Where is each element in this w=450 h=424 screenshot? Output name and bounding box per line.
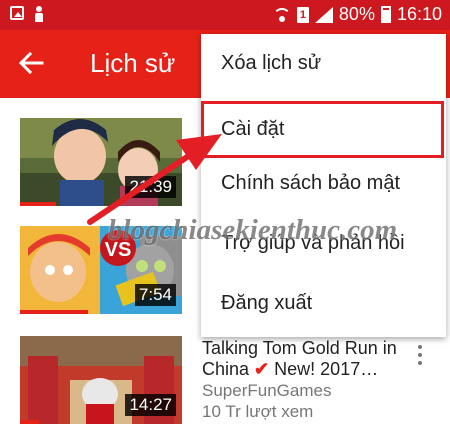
video-duration: 21:39	[125, 176, 176, 198]
menu-item-privacy-policy[interactable]: Chính sách bảo mật	[201, 156, 446, 214]
clock: 16:10	[396, 4, 442, 24]
menu-item-sign-out[interactable]: Đăng xuất	[201, 276, 446, 334]
watch-progress-bar	[20, 202, 56, 206]
channel-name: SuperFunGames	[202, 381, 332, 400]
video-title-text-2: New! 2017…	[274, 359, 379, 379]
signal-icon	[314, 6, 333, 23]
gallery-notification-icon	[10, 6, 24, 20]
menu-item-clear-history[interactable]: Xóa lịch sử	[201, 36, 446, 94]
watermark: blogchiasekienthuc.com	[108, 214, 398, 246]
video-title[interactable]: Talking Tom Gold Run in China ✔ New! 201…	[202, 338, 402, 380]
overflow-menu: Xóa lịch sử Cài đặt Chính sách bảo mật T…	[201, 34, 446, 337]
wifi-icon	[272, 7, 291, 22]
check-icon: ✔	[254, 359, 270, 379]
video-duration: 14:27	[125, 394, 176, 416]
status-bar: 1 80% 16:10	[0, 0, 450, 30]
page-title: Lịch sử	[90, 48, 176, 78]
menu-item-label: Chính sách bảo mật	[221, 172, 400, 194]
battery-percent: 80%	[338, 4, 375, 24]
video-thumbnail-1[interactable]: 21:39	[20, 118, 182, 206]
watch-progress-bar	[20, 310, 89, 314]
view-count: 10 Tr lượt xem	[202, 402, 314, 421]
sim-slot-icon: 1	[296, 6, 309, 23]
menu-item-label: Đăng xuất	[221, 292, 313, 314]
person-notification-icon	[34, 6, 44, 22]
more-options-icon[interactable]	[416, 345, 424, 369]
battery-icon	[380, 6, 391, 23]
menu-item-label: Xóa lịch sử	[221, 52, 322, 74]
settings-highlight-box	[201, 101, 444, 158]
video-duration: 7:54	[134, 284, 176, 306]
video-thumbnail-3[interactable]: 14:27	[20, 336, 182, 424]
back-arrow-icon[interactable]	[18, 50, 44, 76]
watch-progress-bar	[20, 420, 40, 424]
